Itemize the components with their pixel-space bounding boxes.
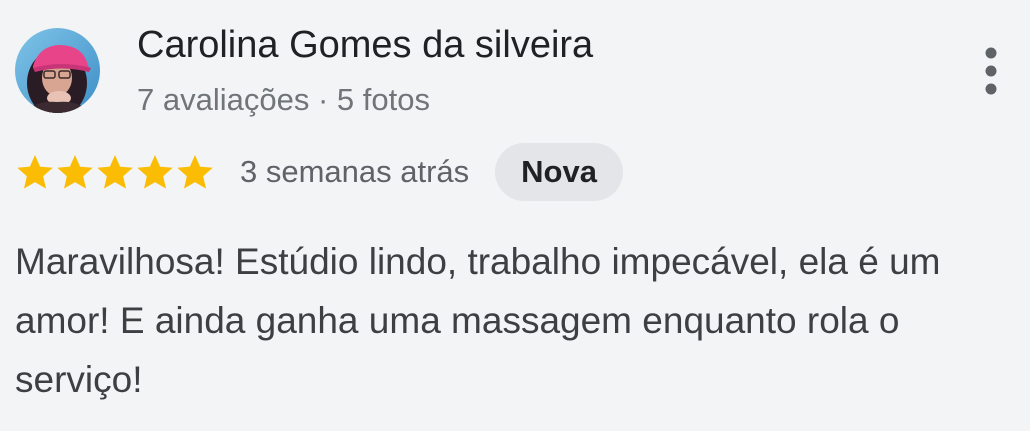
more-options-button[interactable] xyxy=(966,40,1016,106)
reviewer-name[interactable]: Carolina Gomes da silveira xyxy=(137,22,593,68)
star-icon xyxy=(15,152,55,192)
star-icon xyxy=(175,152,215,192)
reviewer-stats[interactable]: 7 avaliações · 5 fotos xyxy=(137,80,430,120)
avatar-photo-icon xyxy=(15,28,100,113)
star-icon xyxy=(135,152,175,192)
more-vert-icon xyxy=(985,47,997,95)
star-icon xyxy=(95,152,135,192)
rating-row: 3 semanas atrás Nova xyxy=(15,142,623,202)
review-card: Carolina Gomes da silveira 7 avaliações … xyxy=(0,0,1030,431)
reviewer-avatar[interactable] xyxy=(15,28,100,113)
star-rating xyxy=(15,152,215,192)
review-time: 3 semanas atrás xyxy=(240,154,470,189)
new-badge: Nova xyxy=(495,143,623,201)
review-text: Maravilhosa! Estúdio lindo, trabalho imp… xyxy=(15,241,941,400)
star-icon xyxy=(55,152,95,192)
